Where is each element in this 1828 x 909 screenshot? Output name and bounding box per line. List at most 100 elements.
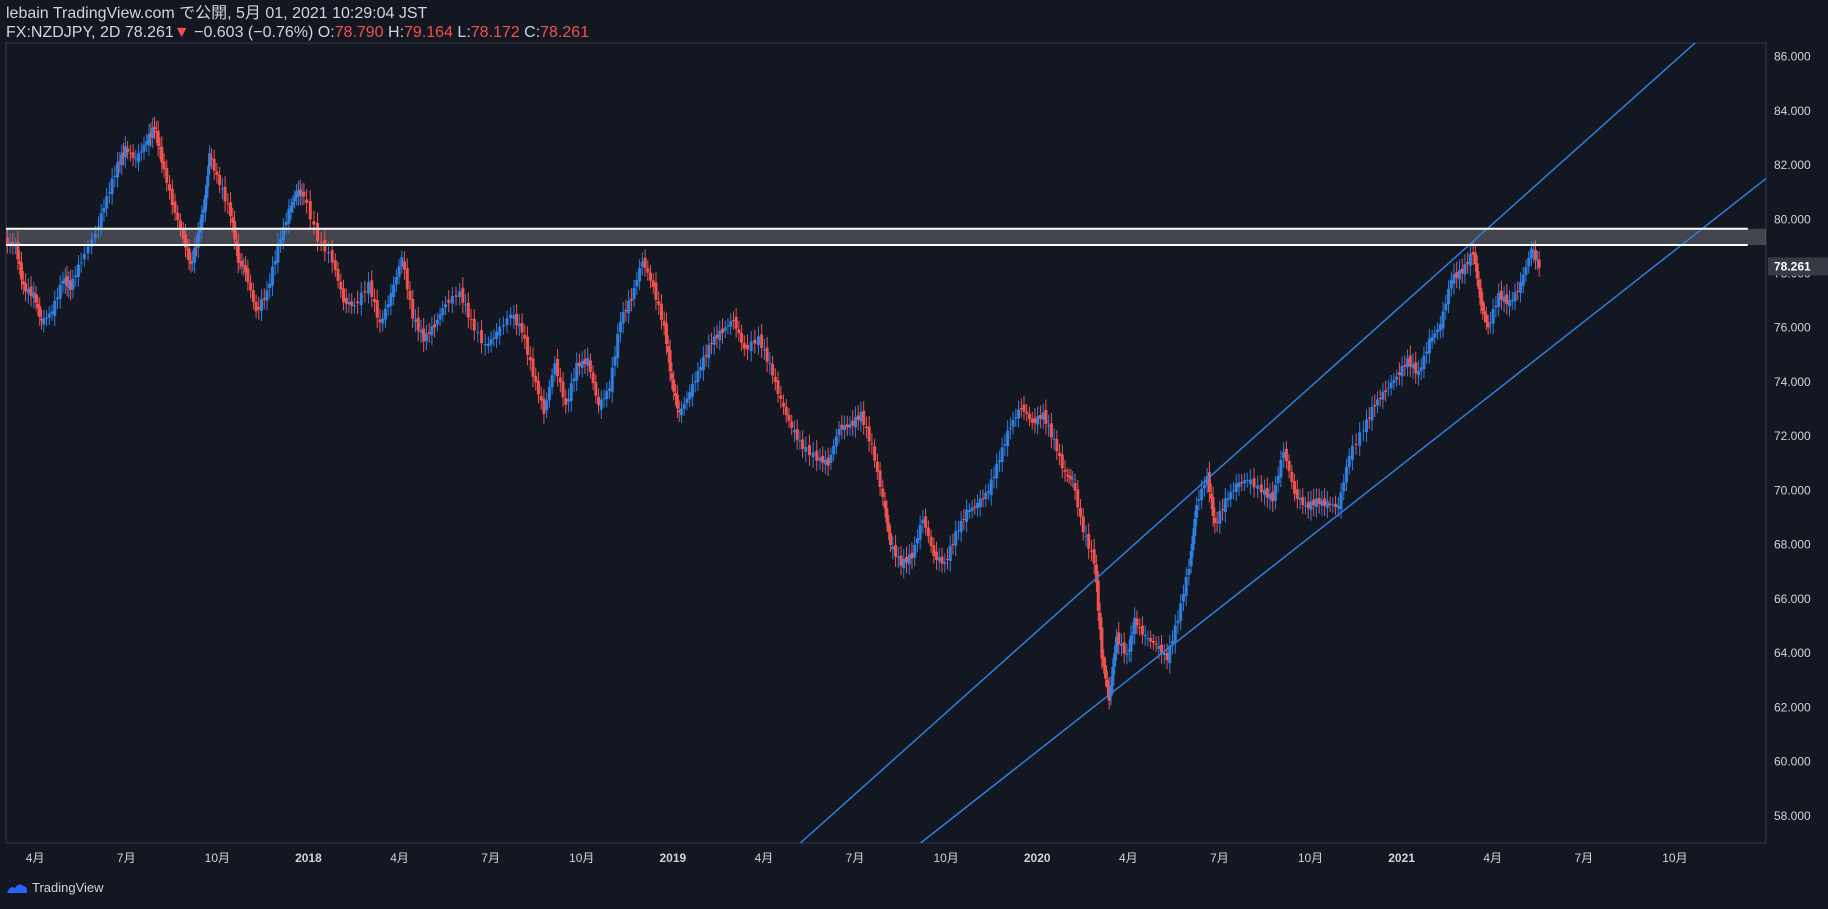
candle-body	[246, 268, 250, 283]
candle-body	[586, 357, 590, 366]
candle-body	[798, 440, 802, 442]
candle-body	[1408, 355, 1412, 367]
candle-body	[370, 280, 374, 297]
candle-body	[569, 383, 573, 401]
candle-body	[435, 319, 439, 325]
candle-body	[1197, 499, 1201, 501]
candle-body	[1452, 274, 1456, 284]
x-tick-label: 10月	[205, 851, 230, 865]
candle-body	[768, 362, 772, 364]
candle-body	[804, 446, 808, 452]
candle-body	[885, 508, 889, 523]
candle-body	[1149, 638, 1153, 642]
candle-body	[826, 457, 830, 466]
candle-body	[773, 376, 777, 382]
candle-body	[1481, 300, 1485, 311]
footer: TradingView	[6, 880, 104, 895]
candle-body	[693, 381, 697, 383]
candle-body	[142, 144, 146, 152]
candle-body	[883, 500, 887, 509]
candle-body	[433, 324, 437, 328]
candle-body	[790, 421, 794, 428]
candle-body	[1378, 398, 1382, 400]
candle-body	[1317, 497, 1321, 505]
candle-body	[1157, 645, 1161, 650]
candle-body	[782, 402, 786, 407]
candle-body	[956, 530, 960, 532]
candle-body	[995, 463, 999, 479]
candle-body	[649, 272, 653, 281]
candle-body	[1240, 482, 1244, 484]
candle-body	[223, 186, 227, 202]
candle-body	[160, 146, 164, 163]
candle-body	[336, 269, 340, 281]
candle-body	[260, 299, 264, 311]
candle-body	[539, 395, 543, 401]
y-tick-label: 64.000	[1774, 646, 1811, 660]
candle-body	[19, 262, 23, 280]
candle-body	[1365, 419, 1369, 433]
candle-body	[492, 337, 496, 339]
x-tick-label: 4月	[1483, 851, 1502, 865]
candle-body	[1089, 550, 1093, 552]
candle-body	[1221, 509, 1225, 511]
candle-body	[1527, 257, 1531, 267]
candle-body	[756, 336, 760, 346]
candle-body	[580, 360, 584, 368]
candle-body	[567, 399, 571, 402]
candle-body	[862, 410, 866, 425]
candle-body	[1419, 367, 1423, 372]
candle-body	[397, 266, 401, 277]
candle-body	[640, 261, 644, 267]
candle-body	[1306, 501, 1310, 509]
candle-body	[910, 552, 914, 559]
candle-body	[1248, 479, 1252, 485]
candle-body	[173, 201, 177, 213]
candle-body	[561, 381, 565, 398]
candle-body	[629, 298, 633, 301]
y-tick-label: 60.000	[1774, 755, 1811, 769]
candle-body	[1138, 627, 1142, 629]
candle-body	[937, 557, 941, 562]
candle-body	[1193, 518, 1197, 537]
candle-body	[58, 284, 62, 299]
candle-body	[1384, 390, 1388, 393]
candle-body	[575, 362, 579, 381]
y-tick-label: 82.000	[1774, 158, 1811, 172]
candle-body	[1000, 447, 1004, 462]
candle-body	[1524, 267, 1528, 275]
candle-body	[1395, 376, 1399, 380]
price-chart[interactable]: 58.000 60.000 62.000 64.000 66.000 68.000 70.0…	[0, 0, 1828, 909]
candle-body	[389, 293, 393, 306]
candle-body	[284, 221, 288, 226]
candle-body	[668, 350, 672, 372]
candle-body	[480, 330, 484, 344]
candle-body	[1287, 460, 1291, 472]
candle-body	[843, 424, 847, 431]
resistance-zone	[6, 228, 1766, 246]
candle-body	[156, 130, 160, 147]
candle-body	[408, 290, 412, 300]
candle-body	[1096, 580, 1100, 611]
candle-body	[268, 283, 272, 289]
candle-body	[997, 460, 1001, 463]
candle-body	[291, 201, 295, 206]
candle-body	[1111, 666, 1115, 686]
candle-body	[403, 261, 407, 270]
candle-body	[1135, 618, 1139, 626]
x-tick-label: 10月	[933, 851, 958, 865]
candle-body	[875, 461, 879, 472]
candle-body	[176, 212, 180, 221]
candle-body	[899, 555, 903, 566]
candle-body	[137, 153, 141, 163]
candle-body	[856, 415, 860, 420]
brand-label: TradingView	[32, 880, 104, 895]
x-tick-label: 4月	[755, 851, 774, 865]
y-tick-label: 80.000	[1774, 212, 1811, 226]
candle-body	[1397, 372, 1401, 376]
candle-body	[1339, 492, 1343, 510]
candle-body	[672, 379, 676, 392]
candle-body	[853, 417, 857, 428]
candle-body	[333, 260, 337, 270]
candle-body	[352, 305, 356, 307]
